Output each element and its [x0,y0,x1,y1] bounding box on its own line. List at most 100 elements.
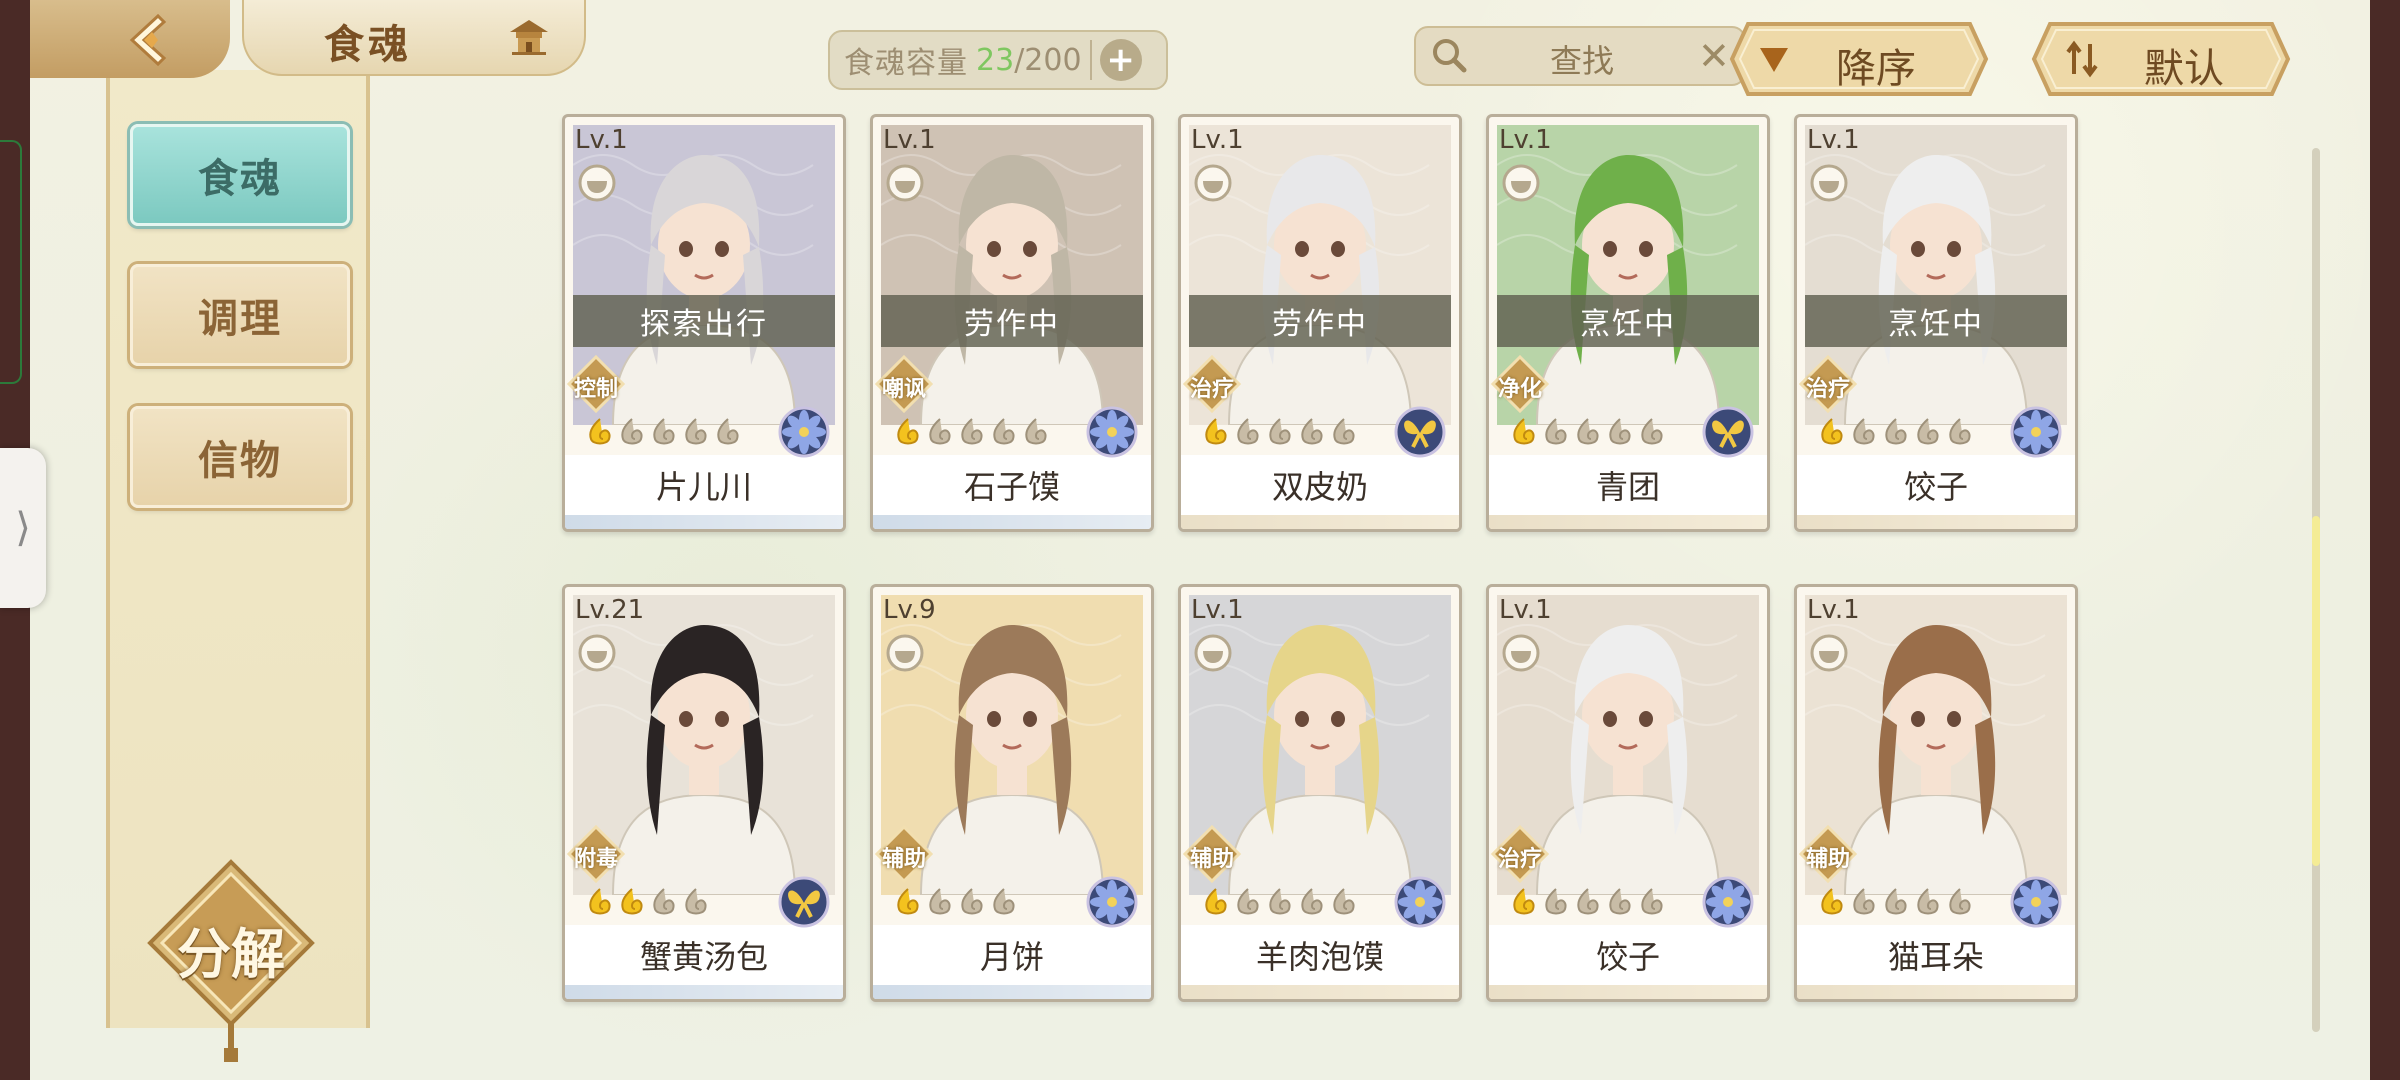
star-empty-icon [1639,417,1665,447]
star-rating [895,887,1017,921]
role-label: 治疗 [1189,377,1234,402]
card-name: 片儿川 [565,455,843,515]
sidebar-item-tokens[interactable]: 信物 [130,406,350,508]
close-icon[interactable]: ✕ [1698,34,1730,78]
star-filled-icon [1203,417,1229,447]
star-filled-icon [1819,417,1845,447]
food-soul-card[interactable]: Lv.1 辅助 [1794,584,2078,1002]
food-soul-card[interactable]: Lv.1 辅助 [1178,584,1462,1002]
sidebar-item-cultivate[interactable]: 调理 [130,264,350,366]
pavilion-icon[interactable] [506,16,552,56]
screen-edge-indicator [0,140,22,384]
star-empty-icon [1299,887,1325,917]
card-name: 双皮奶 [1181,455,1459,515]
star-rating [895,417,1049,451]
sort-order-button[interactable]: 降序 [1728,20,1990,98]
add-capacity-button[interactable]: + [1099,39,1142,81]
star-empty-icon [1235,417,1261,447]
star-rating [1203,887,1357,921]
role-badge: 控制 [566,354,626,414]
food-soul-card[interactable]: Lv.1 烹饪中 治疗 饺子 [1794,114,2078,532]
role-label: 治疗 [1497,847,1542,872]
star-filled-icon [587,417,613,447]
food-soul-card[interactable]: Lv.1 劳作中 治疗 双皮奶 [1178,114,1462,532]
food-soul-card[interactable]: Lv.1 探索出行 控制 片儿川 [562,114,846,532]
decompose-button[interactable]: 分解 [146,858,316,1062]
capacity-label: 食魂容量 [844,46,968,81]
bowl-icon [1810,164,1848,202]
scrollbar-thumb[interactable] [2312,516,2320,866]
star-empty-icon [1851,887,1877,917]
star-empty-icon [959,887,985,917]
star-empty-icon [1883,417,1909,447]
bowl-icon [1194,164,1232,202]
card-level: Lv.9 [883,595,936,625]
capacity-value: 23/200 [976,43,1082,78]
sort-arrows-icon [2066,40,2098,78]
role-badge: 辅助 [874,824,934,884]
card-level: Lv.1 [1191,595,1244,625]
card-name: 青团 [1489,455,1767,515]
star-empty-icon [927,417,953,447]
role-label: 嘲讽 [881,377,926,402]
star-empty-icon [1331,417,1357,447]
star-empty-icon [927,887,953,917]
star-empty-icon [959,417,985,447]
bowl-icon [1502,634,1540,672]
star-empty-icon [1023,417,1049,447]
role-badge: 嘲讽 [874,354,934,414]
star-empty-icon [651,417,677,447]
star-filled-icon [1511,417,1537,447]
star-empty-icon [1267,417,1293,447]
card-name: 月饼 [873,925,1151,985]
role-badge: 治疗 [1490,824,1550,884]
star-empty-icon [1267,887,1293,917]
flower-element-icon [777,405,831,459]
role-label: 附毒 [573,847,618,872]
search-icon [1433,39,1467,73]
side-drawer-handle[interactable]: ⟩ [0,448,46,608]
star-filled-icon [1511,887,1537,917]
star-empty-icon [1915,887,1941,917]
card-level: Lv.1 [1191,125,1244,155]
card-footer [1489,983,1767,999]
star-empty-icon [1607,417,1633,447]
card-level: Lv.1 [575,125,628,155]
role-badge: 辅助 [1182,824,1242,884]
food-soul-card[interactable]: Lv.1 烹饪中 净化 青团 [1486,114,1770,532]
star-empty-icon [619,417,645,447]
capacity-indicator: 食魂容量 23/200 + [828,30,1168,90]
card-footer [565,983,843,999]
flower-element-icon [1393,875,1447,929]
back-arrow-icon [129,13,167,67]
sidebar-item-food-souls[interactable]: 食魂 [130,124,350,226]
card-name: 羊肉泡馍 [1181,925,1459,985]
title-tab: 食魂 [242,0,586,76]
butterfly-element-icon [1393,405,1447,459]
card-level: Lv.1 [1499,125,1552,155]
food-soul-card[interactable]: Lv.1 治疗 饺子 [1486,584,1770,1002]
star-empty-icon [651,887,677,917]
card-level: Lv.1 [1807,595,1860,625]
food-soul-card[interactable]: Lv.1 劳作中 嘲讽 石子馍 [870,114,1154,532]
capacity-max: /200 [1014,42,1082,78]
sidebar-item-label: 食魂 [198,155,282,202]
card-status: 烹饪中 [1805,295,2067,347]
star-empty-icon [991,887,1017,917]
card-level: Lv.21 [575,595,645,625]
role-badge: 附毒 [566,824,626,884]
star-rating [587,887,709,921]
search-input[interactable]: 查找 ✕ [1414,26,1746,86]
role-badge: 辅助 [1798,824,1858,884]
card-name: 饺子 [1797,455,2075,515]
food-soul-card[interactable]: Lv.21 附毒 蟹黄汤包 [562,584,846,1002]
filter-default-button[interactable]: 默认 [2030,20,2292,98]
flower-element-icon [1085,875,1139,929]
star-rating [1819,417,1973,451]
star-rating [1511,417,1665,451]
star-rating [1819,887,1973,921]
card-status: 烹饪中 [1497,295,1759,347]
card-status: 劳作中 [1189,295,1451,347]
back-button[interactable] [30,0,230,78]
food-soul-card[interactable]: Lv.9 辅助 月饼 [870,584,1154,1002]
